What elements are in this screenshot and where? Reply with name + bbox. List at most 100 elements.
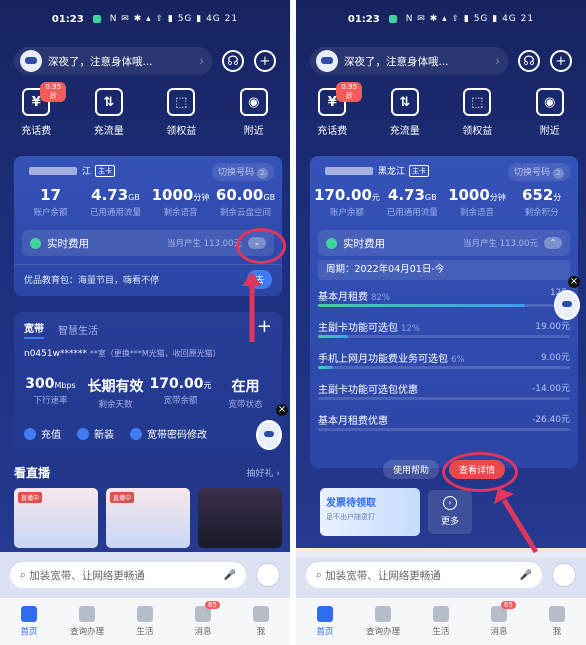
quick-recharge-data[interactable]: ⇅ 充流量	[375, 88, 435, 137]
tab-messages[interactable]: 65 消息	[475, 601, 523, 637]
tab-me[interactable]: 我	[237, 606, 285, 637]
search-input[interactable]: ⌕ 加装宽带、让网络更畅通 🎤	[306, 562, 542, 588]
data-arrows-icon: ⇅	[390, 88, 419, 116]
status-time: 01:23	[51, 13, 84, 25]
quick-label: 充话费	[21, 126, 52, 137]
add-icon[interactable]: +	[550, 50, 572, 72]
bb-new-install-button[interactable]: 新装	[77, 426, 114, 441]
assistant-robot-icon[interactable]	[256, 420, 282, 450]
data-arrows-icon: ⇅	[94, 88, 123, 116]
quick-benefits[interactable]: ⬚ 领权益	[151, 88, 211, 137]
search-input[interactable]: ⌕ 加装宽带、让网络更畅通 🎤	[10, 562, 246, 588]
close-icon[interactable]: ×	[276, 404, 288, 416]
quick-label: 领权益	[166, 126, 197, 137]
fee-item[interactable]: 主副卡功能可选包优惠 -14.00元	[318, 381, 570, 412]
chevron-right-icon: ›	[443, 496, 457, 510]
fee-item[interactable]: 主副卡功能可选包 12% 19.00元	[318, 319, 570, 350]
metric-balance[interactable]: 17 账户余额	[18, 186, 83, 218]
metric-speed: 300Mbps 下行速率	[25, 376, 76, 406]
metric-data-used[interactable]: 4.73GB 已用通用流量	[380, 186, 445, 218]
tab-broadband[interactable]: 宽带	[24, 320, 44, 339]
mic-icon: 🎤	[519, 569, 532, 581]
quick-benefits[interactable]: ⬚ 领权益	[447, 88, 507, 137]
metric-voice[interactable]: 1000分钟 剩余语音	[148, 186, 213, 218]
robot-icon[interactable]	[552, 563, 576, 587]
quick-nearby[interactable]: ◉ 附近	[520, 88, 580, 137]
metric-cloud[interactable]: 60.00GB 剩余云盘空间	[213, 186, 278, 218]
mascot-avatar	[316, 50, 338, 72]
cup-icon	[433, 606, 449, 622]
fee-icon	[30, 237, 41, 249]
bb-recharge-button[interactable]: 充值	[24, 426, 61, 441]
live-thumb[interactable]: 直播中	[106, 488, 190, 548]
headset-icon[interactable]: ☊	[222, 50, 244, 72]
bb-password-button[interactable]: 宽带密码修改	[130, 426, 207, 441]
search-bar: ⌕ 加装宽带、让网络更畅通 🎤	[296, 552, 586, 598]
invoice-banner[interactable]: 发票待领取 足不出户随意打	[320, 488, 420, 536]
broadband-account: n0451w****** **室（更换***M光猫，收回原光猫）	[24, 349, 221, 359]
fee-items-list: 基本月租费82%125. 主副卡功能可选包12%19.00元 手机上网月功能费业…	[318, 288, 570, 443]
collapse-chevron-icon[interactable]: ⌃	[544, 237, 562, 249]
account-number: 黑龙江 主卡	[320, 164, 430, 177]
status-icons: N ✉ ✱ ▴ ⇧ ▮ 5G ▮ 4G 21	[109, 14, 239, 24]
quick-nearby[interactable]: ◉ 附近	[224, 88, 284, 137]
switch-number-button[interactable]: 切换号码 2	[211, 163, 274, 181]
metric-data-used[interactable]: 4.73GB 已用通用流量	[83, 186, 148, 218]
left-screen: 01:23 N ✉ ✱ ▴ ⇧ ▮ 5G ▮ 4G 21 深夜了，注意身体哦..…	[0, 0, 290, 645]
add-icon[interactable]: +	[254, 50, 276, 72]
tab-me[interactable]: 我	[533, 606, 581, 637]
discount-badge: 0.95折	[40, 82, 67, 102]
tab-smart-life[interactable]: 智慧生活	[58, 322, 98, 337]
quick-recharge-fee[interactable]: 0.95折 ¥ 充话费	[302, 82, 363, 137]
close-icon[interactable]: ×	[568, 276, 580, 288]
metric-bb-status: 在用 宽带状态	[228, 379, 263, 410]
grid-icon	[79, 606, 95, 622]
billing-period: 周期：2022年04月01日-今	[318, 260, 570, 280]
tab-query[interactable]: 查询办理	[63, 606, 111, 637]
quick-recharge-fee[interactable]: 0.95折 ¥ 充话费	[6, 82, 67, 137]
metric-balance[interactable]: 170.00元 账户余额	[314, 186, 380, 218]
metric-points[interactable]: 652分 剩余积分	[509, 186, 574, 218]
metric-voice[interactable]: 1000分钟 剩余语音	[445, 186, 510, 218]
live-thumb[interactable]	[198, 488, 282, 548]
live-thumb[interactable]: 直播中	[14, 488, 98, 548]
promo-text: 优品教育包：海量节目，嗨看不停	[24, 276, 160, 286]
mic-icon[interactable]: 🎤	[224, 570, 236, 581]
live-section: 看直播 抽好礼 › 直播中 直播中	[14, 464, 282, 564]
fee-item[interactable]: 基本月租费82%125.	[318, 288, 570, 319]
search-icon: ⌕	[316, 568, 326, 581]
quick-actions: 0.95折 ¥ 充话费 ⇅ 充流量 ⬚ 领权益 ◉ 附近	[0, 82, 290, 137]
quick-recharge-data[interactable]: ⇅ 充流量	[79, 88, 139, 137]
tab-life[interactable]: 生活	[417, 606, 465, 637]
fee-item[interactable]: 基本月租费优惠 -26.40元	[318, 412, 570, 443]
search-icon: ⌕	[20, 568, 30, 581]
location-icon: ◉	[535, 88, 564, 116]
live-more-link[interactable]: 抽好礼 ›	[247, 466, 280, 479]
quick-label: 附近	[243, 126, 264, 137]
realtime-fee-row[interactable]: 实时费用 当月产生 113.00元 ⌃	[318, 230, 570, 256]
robot-icon[interactable]	[256, 563, 280, 587]
more-button[interactable]: › 更多	[428, 490, 472, 534]
greeting-bar[interactable]: 深夜了，注意身体哦... ›	[14, 47, 212, 75]
location-icon: ◉	[239, 88, 268, 116]
primary-card-tag: 主卡	[95, 164, 116, 177]
quick-actions: 0.95折 ¥ 充话费 ⇅ 充流量 ⬚ 领权益 ◉ 附近	[296, 82, 586, 137]
highlight-circle	[236, 228, 286, 264]
tab-query[interactable]: 查询办理	[359, 606, 407, 637]
live-title: 看直播	[14, 466, 51, 480]
tab-messages[interactable]: 65 消息	[179, 601, 227, 637]
fee-icon	[326, 237, 337, 249]
headset-icon[interactable]: ☊	[518, 50, 540, 72]
tab-home[interactable]: 首页	[301, 606, 349, 637]
greeting-text: 深夜了，注意身体哦...	[48, 55, 153, 68]
usage-help-button[interactable]: 使用帮助	[382, 460, 439, 479]
fee-item[interactable]: 手机上网月功能费业务可选包 6% 9.00元	[318, 350, 570, 381]
search-bar: ⌕ 加装宽带、让网络更畅通 🎤	[0, 552, 290, 598]
tab-life[interactable]: 生活	[121, 606, 169, 637]
switch-number-button[interactable]: 切换号码 2	[507, 163, 570, 181]
chevron-right-icon: ›	[199, 54, 204, 68]
greeting-bar[interactable]: 深夜了，注意身体哦... ›	[310, 47, 508, 75]
tab-home[interactable]: 首页	[5, 606, 53, 637]
status-bar: 01:23 N ✉ ✱ ▴ ⇧ ▮ 5G ▮ 4G 21	[0, 8, 290, 30]
assistant-robot-icon[interactable]	[554, 290, 580, 320]
